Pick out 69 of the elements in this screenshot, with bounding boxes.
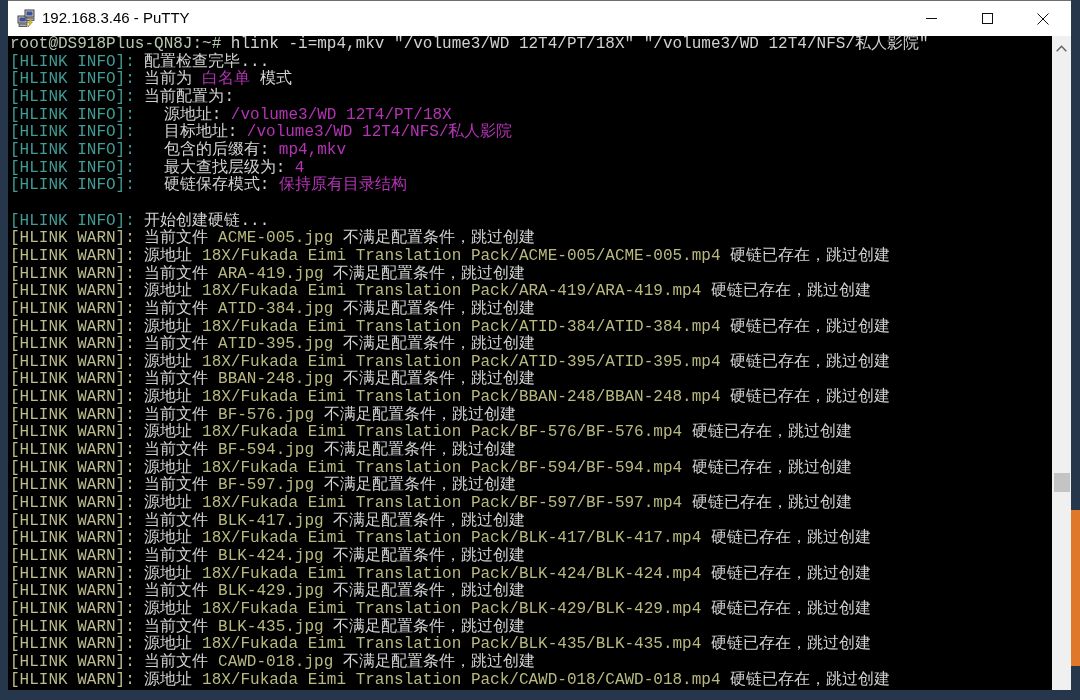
log-tag: [HLINK WARN]: bbox=[10, 512, 135, 531]
log-tag: [HLINK WARN]: bbox=[10, 618, 135, 637]
log-message: 当前文件 ATID-384.jpg 不满足配置条件，跳过创建 bbox=[144, 300, 535, 318]
log-message: 源地址 18X/Fukada Eimi Translation Pack/CAWD-018/CAWD-018.mp4 硬链已存在，跳过创建 bbox=[144, 671, 891, 690]
log-tag: [HLINK WARN]: bbox=[10, 530, 135, 549]
log-tag: [HLINK WARN]: bbox=[10, 247, 135, 266]
log-tag: [HLINK WARN]: bbox=[10, 477, 135, 496]
log-tag: [HLINK INFO]: bbox=[10, 106, 135, 125]
log-tag: [HLINK WARN]: bbox=[10, 583, 135, 601]
log-tag: [HLINK WARN]: bbox=[10, 442, 135, 460]
log-message: 当前文件 ATID-395.jpg 不满足配置条件，跳过创建 bbox=[144, 336, 535, 354]
chevron-up-icon[interactable] bbox=[1056, 45, 1067, 52]
computers-icon bbox=[17, 9, 36, 28]
log-message: 硬链保存模式: 保持原有目录结构 bbox=[163, 177, 407, 195]
log-tag: [HLINK WARN]: bbox=[10, 265, 135, 284]
log-tag: [HLINK WARN]: bbox=[10, 318, 135, 337]
log-message: 当前文件 BF-576.jpg 不满足配置条件，跳过创建 bbox=[144, 406, 516, 424]
scrollbar[interactable] bbox=[1052, 36, 1071, 690]
log-tag: [HLINK WARN]: bbox=[10, 406, 135, 425]
log-message: 源地址 18X/Fukada Eimi Translation Pack/ACME-005/ACME-005.mp4 硬链已存在，跳过创建 bbox=[144, 247, 891, 265]
log-message: 当前为 白名单 模式 bbox=[144, 71, 292, 89]
log-message: 当前文件 ARA-419.jpg 不满足配置条件，跳过创建 bbox=[144, 265, 526, 283]
log-message: 最大查找层级为: 4 bbox=[163, 159, 305, 177]
log-message: 当前文件 CAWD-018.jpg 不满足配置条件，跳过创建 bbox=[144, 653, 535, 671]
log-tag: [HLINK INFO]: bbox=[10, 159, 135, 178]
command-prompt: root@DS918Plus-QN8J:~# bbox=[10, 36, 222, 53]
log-tag: [HLINK WARN]: bbox=[10, 389, 135, 407]
close-icon bbox=[1037, 12, 1049, 25]
log-message: 当前文件 BLK-429.jpg 不满足配置条件，跳过创建 bbox=[144, 583, 526, 601]
log-tag: [HLINK WARN]: bbox=[10, 601, 135, 619]
log-tag: [HLINK INFO]: bbox=[10, 141, 135, 160]
log-tag: [HLINK WARN]: bbox=[10, 300, 135, 319]
log-message: 目标地址: /volume3/WD 12T4/NFS/私人影院 bbox=[163, 124, 513, 142]
log-tag: [HLINK WARN]: bbox=[10, 548, 135, 566]
maximize-icon bbox=[981, 13, 993, 24]
log-message: 当前文件 BLK-424.jpg 不满足配置条件，跳过创建 bbox=[144, 548, 526, 566]
log-message: 当前文件 BBAN-248.jpg 不满足配置条件，跳过创建 bbox=[144, 371, 535, 389]
log-message: 包含的后缀有: mp4,mkv bbox=[163, 141, 347, 159]
log-tag: [HLINK WARN]: bbox=[10, 371, 135, 390]
log-tag: [HLINK INFO]: bbox=[10, 53, 135, 72]
window-title: 192.168.3.46 - PuTTY bbox=[42, 8, 190, 29]
command-text: hlink -i=mp4,mkv "/volume3/WD 12T4/PT/18X" "/volume3/WD 12T4/NFS/私人影院" bbox=[230, 36, 929, 53]
scrollbar-thumb[interactable] bbox=[1053, 473, 1070, 492]
log-tag: [HLINK WARN]: bbox=[10, 636, 135, 654]
log-message: 当前配置为: bbox=[144, 88, 235, 106]
log-tag: [HLINK WARN]: bbox=[10, 459, 135, 478]
log-tag: [HLINK INFO]: bbox=[10, 177, 135, 195]
log-message: 源地址 18X/Fukada Eimi Translation Pack/BLK-429/BLK-429.mp4 硬链已存在，跳过创建 bbox=[144, 601, 871, 618]
log-message: 当前文件 BF-597.jpg 不满足配置条件，跳过创建 bbox=[144, 477, 516, 495]
log-tag: [HLINK WARN]: bbox=[10, 283, 135, 301]
log-message: 当前文件 ACME-005.jpg 不满足配置条件，跳过创建 bbox=[144, 230, 535, 248]
log-tag: [HLINK WARN]: bbox=[10, 424, 135, 443]
log-tag: [HLINK WARN]: bbox=[10, 671, 135, 690]
log-tag: [HLINK INFO]: bbox=[10, 212, 135, 231]
log-tag: [HLINK WARN]: bbox=[10, 230, 135, 248]
log-message: 源地址: /volume3/WD 12T4/PT/18X bbox=[163, 106, 452, 124]
minimize-icon bbox=[925, 18, 937, 19]
log-tag: [HLINK WARN]: bbox=[10, 336, 135, 354]
log-message: 当前文件 BLK-417.jpg 不满足配置条件，跳过创建 bbox=[144, 512, 526, 530]
log-tag: [HLINK WARN]: bbox=[10, 653, 135, 672]
log-tag: [HLINK WARN]: bbox=[10, 495, 135, 513]
log-message: 配置检查完毕... bbox=[144, 53, 270, 71]
log-message: 当前文件 BF-594.jpg 不满足配置条件，跳过创建 bbox=[144, 442, 516, 460]
log-tag: [HLINK INFO]: bbox=[10, 124, 135, 142]
log-tag: [HLINK INFO]: bbox=[10, 71, 135, 89]
log-tag: [HLINK WARN]: bbox=[10, 565, 135, 584]
log-tag: [HLINK WARN]: bbox=[10, 353, 135, 372]
log-message: 当前文件 BLK-435.jpg 不满足配置条件，跳过创建 bbox=[144, 618, 526, 636]
log-tag: [HLINK INFO]: bbox=[10, 88, 135, 107]
